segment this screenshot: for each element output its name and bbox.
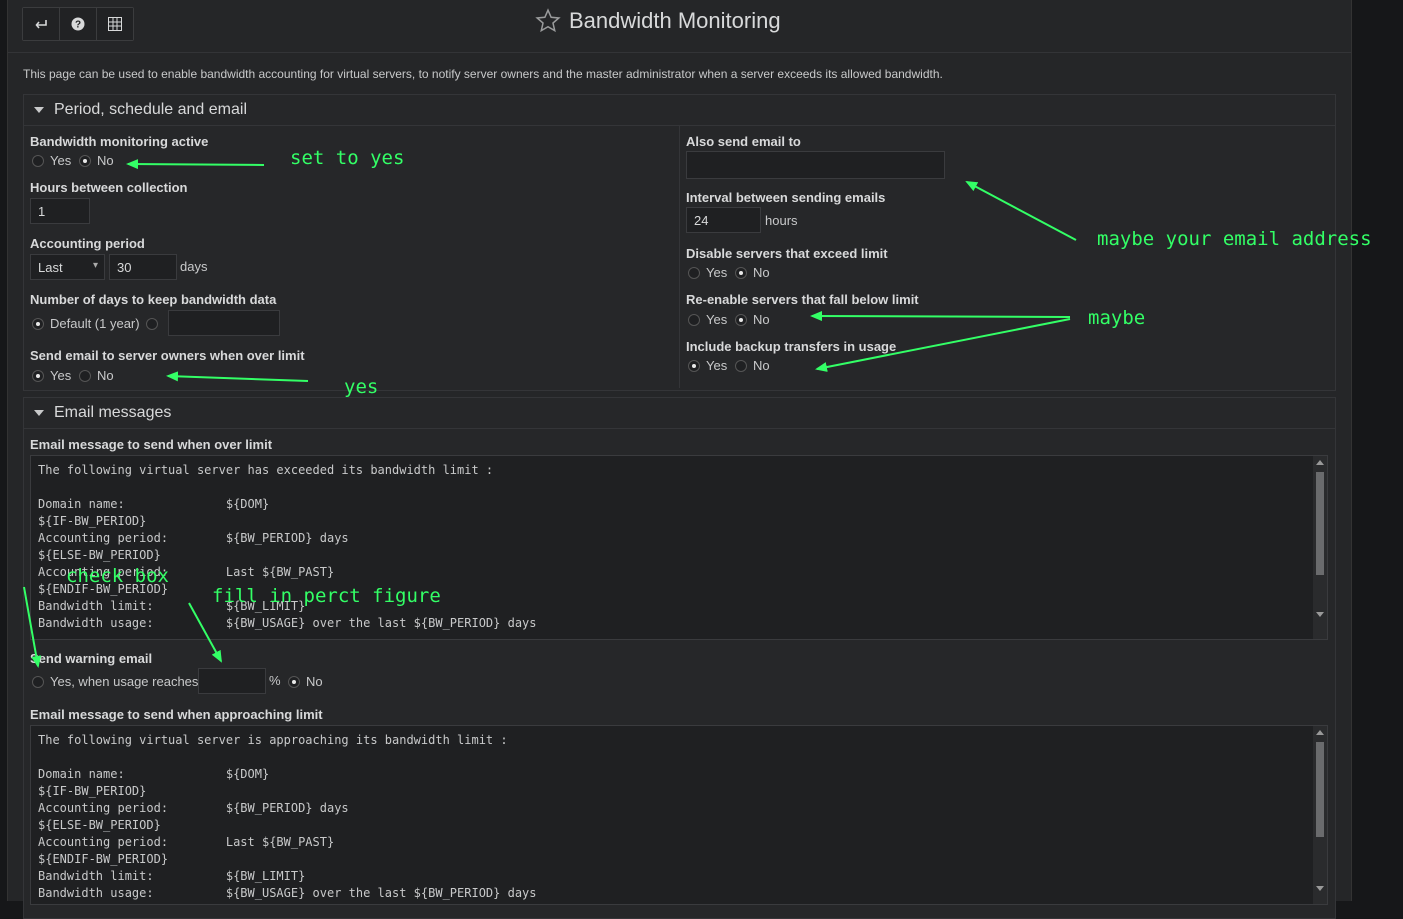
annotation-arrows [23, 159, 1077, 668]
arrow-owners-yes [166, 371, 309, 382]
annotation-set-yes: set to yes [290, 147, 405, 169]
annotation-maybe: maybe [1088, 307, 1146, 329]
arrow-percent [188, 602, 222, 663]
arrow-email [965, 181, 1077, 241]
annotation-yes: yes [344, 376, 379, 398]
arrow-backup [815, 318, 1071, 372]
arrow-check-box [23, 586, 42, 668]
annotation-email: maybe your email address [1097, 228, 1372, 250]
arrow-reenable [810, 311, 1071, 322]
annotation-fill-percent: fill in perct figure [212, 585, 441, 607]
arrow-set-yes [126, 159, 265, 170]
annotation-check-box: check box [66, 565, 169, 587]
